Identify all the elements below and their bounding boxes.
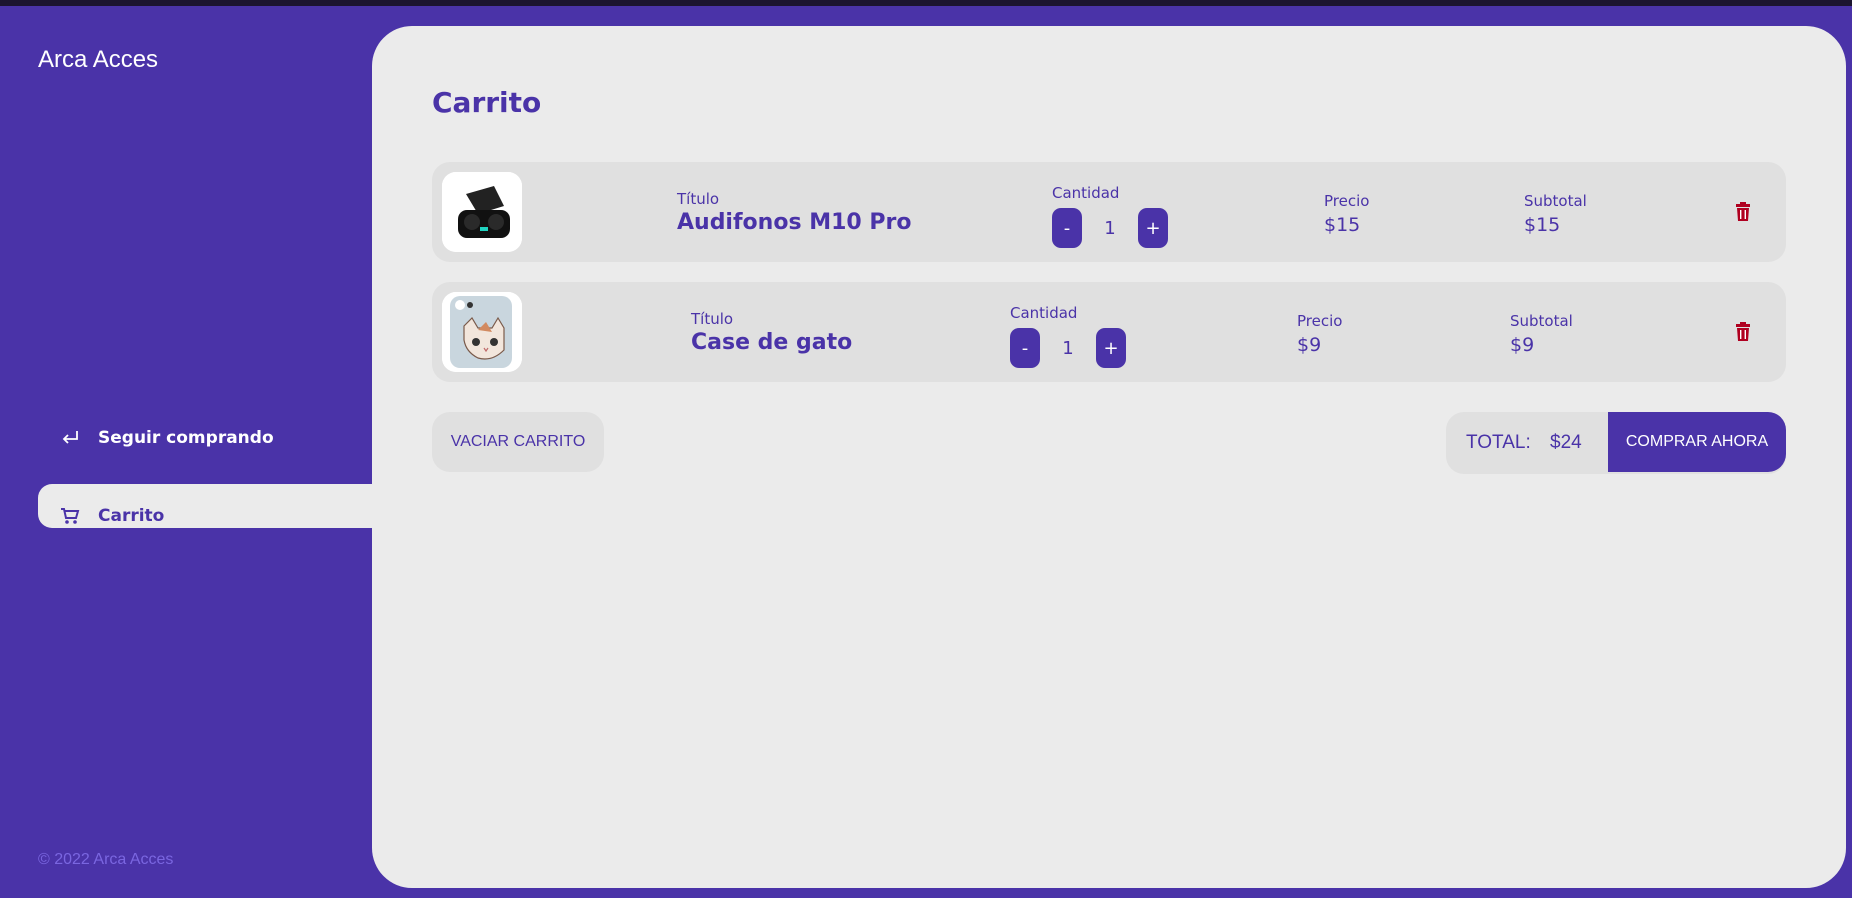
product-image-earbuds: [442, 172, 522, 252]
sidebar-item-label: Seguir comprando: [98, 428, 274, 448]
item-title-col: Título Audifonos M10 Pro: [677, 190, 911, 235]
sidebar-item-seguir-comprando[interactable]: Seguir comprando: [38, 416, 372, 460]
title-caption: Título: [677, 190, 720, 208]
quantity-value: 1: [1062, 337, 1074, 359]
item-subtotal-col: Subtotal $9: [1510, 312, 1573, 356]
item-subtotal: $15: [1524, 214, 1561, 236]
cart-item: Título Case de gato Cantidad - 1 + Preci…: [432, 282, 1786, 382]
clear-cart-button[interactable]: VACIAR CARRITO: [432, 412, 604, 472]
price-caption: Precio: [1324, 192, 1370, 210]
item-price-col: Precio $15: [1324, 192, 1369, 236]
price-caption: Precio: [1297, 312, 1343, 330]
cart-panel: Carrito Título Audifonos M10 Pro Cantida…: [372, 26, 1846, 888]
item-title: Case de gato: [691, 330, 853, 355]
item-title-col: Título Case de gato: [691, 310, 852, 355]
sidebar-item-label: Carrito: [98, 506, 165, 526]
increase-quantity-button[interactable]: +: [1096, 328, 1126, 368]
page-title: Carrito: [432, 86, 542, 119]
cart-item: Título Audifonos M10 Pro Cantidad - 1 + …: [432, 162, 1786, 262]
trash-icon[interactable]: [1734, 322, 1752, 342]
total-label: TOTAL:: [1466, 432, 1531, 453]
brand-logo[interactable]: Arca Acces: [38, 46, 158, 74]
cart-icon: [58, 507, 82, 525]
quantity-stepper: Cantidad - 1 +: [1010, 304, 1126, 368]
subtotal-caption: Subtotal: [1510, 312, 1573, 330]
item-subtotal-col: Subtotal $15: [1524, 192, 1587, 236]
copyright-text: © 2022 Arca Acces: [38, 851, 174, 868]
quantity-caption: Cantidad: [1052, 184, 1120, 202]
total-value: $24: [1550, 432, 1582, 453]
item-subtotal: $9: [1510, 334, 1535, 356]
quantity-stepper: Cantidad - 1 +: [1052, 184, 1168, 248]
buy-now-button[interactable]: COMPRAR AHORA: [1608, 412, 1786, 472]
decrease-quantity-button[interactable]: -: [1010, 328, 1040, 368]
subtotal-caption: Subtotal: [1524, 192, 1587, 210]
sidebar: Arca Acces Seguir comprando Carrito © 20…: [0, 6, 372, 898]
increase-quantity-button[interactable]: +: [1138, 208, 1168, 248]
item-price-col: Precio $9: [1297, 312, 1342, 356]
item-price: $15: [1324, 214, 1361, 236]
trash-icon[interactable]: [1734, 202, 1752, 222]
sidebar-item-carrito[interactable]: Carrito: [38, 484, 372, 528]
quantity-caption: Cantidad: [1010, 304, 1078, 322]
quantity-value: 1: [1104, 217, 1116, 239]
product-image-cat-case: [442, 292, 522, 372]
item-title: Audifonos M10 Pro: [677, 210, 912, 235]
decrease-quantity-button[interactable]: -: [1052, 208, 1082, 248]
item-price: $9: [1297, 334, 1322, 356]
return-arrow-icon: [58, 430, 82, 446]
title-caption: Título: [691, 310, 734, 328]
